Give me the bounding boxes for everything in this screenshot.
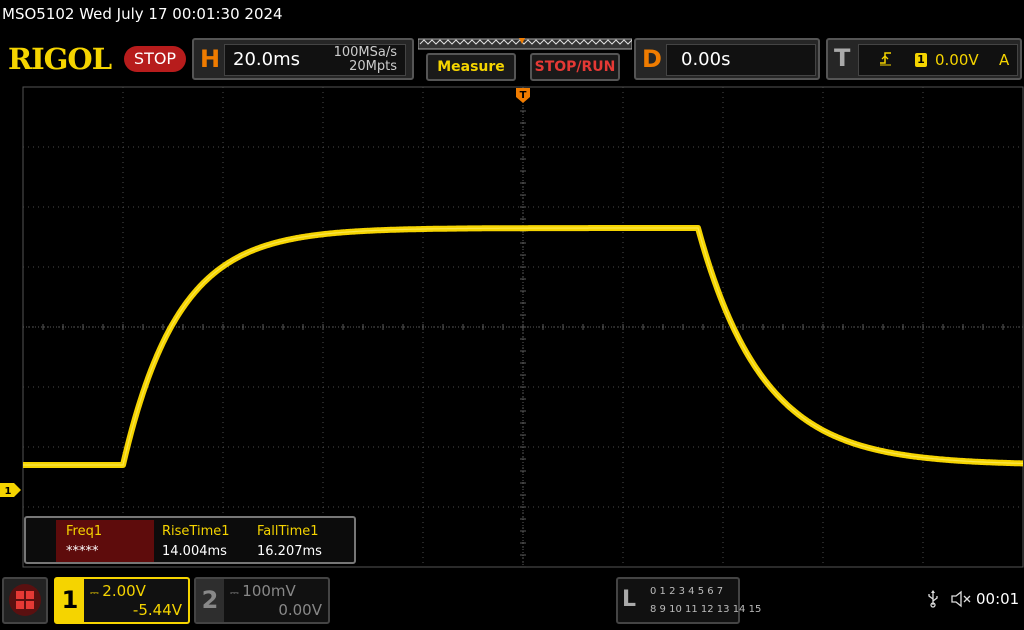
rigol-logo: RIGOL [8,42,112,76]
horizontal-label: H [200,45,221,73]
horizontal-panel[interactable]: H 20.0ms 100MSa/s 20Mpts [192,38,414,80]
measurement-value-freq: ***** [66,544,99,559]
measurement-value-risetime: 14.004ms [162,544,227,559]
speaker-muted-icon[interactable] [950,590,972,612]
measure-button[interactable]: Measure [426,53,516,81]
sample-info: 100MSa/s 20Mpts [325,46,397,74]
horizontal-settings-box[interactable]: 20.0ms 100MSa/s 20Mpts [224,44,406,76]
status-clock: 00:01 [976,590,1020,608]
logic-channels-row-1: 0 1 2 3 4 5 6 7 [650,586,724,597]
memory-position-bar[interactable] [418,38,632,50]
channel-2-scale: ⎓ 100mV [230,582,296,600]
acquisition-status-badge[interactable]: STOP [124,46,186,72]
channel-1-number: 1 [56,579,84,622]
waveform-display[interactable]: T [0,84,1024,568]
trigger-mode: A [999,51,1010,69]
dc-coupling-icon: ⎓ [90,586,103,599]
logic-channels-row-2: 8 9 10 11 12 13 14 15 [650,604,762,615]
channel-2-panel[interactable]: 2 ⎓ 100mV 0.00V [194,577,330,624]
delay-value: 0.00s [681,49,731,70]
sample-rate: 100MSa/s [333,45,397,60]
measurement-label-freq: Freq1 [66,524,103,539]
measurement-label-risetime: RiseTime1 [162,524,230,539]
trigger-position-marker: T [516,88,530,103]
measurement-label-falltime: FallTime1 [257,524,319,539]
rising-edge-icon [879,50,893,70]
memory-depth: 20Mpts [349,59,397,74]
trigger-level: 0.00V [935,51,979,69]
trigger-label: T [834,44,851,72]
usb-icon [926,590,940,612]
menu-grid-icon [9,584,41,616]
main-menu-button[interactable] [2,577,48,624]
dc-coupling-icon: ⎓ [230,586,243,599]
channel-1-scale: ⎓ 2.00V [90,582,146,600]
delay-settings-box[interactable]: 0.00s [666,44,816,76]
channel-1-offset: -5.44V [132,601,182,619]
measurement-value-falltime: 16.207ms [257,544,322,559]
trigger-panel[interactable]: T 1 0.00V A [826,38,1022,80]
trigger-settings-box[interactable]: 1 0.00V A [858,44,1018,76]
logic-analyzer-panel[interactable]: L 0 1 2 3 4 5 6 7 8 9 10 11 12 13 14 15 [616,577,761,624]
channel-2-offset: 0.00V [278,601,322,619]
delay-panel[interactable]: D 0.00s [634,38,820,80]
svg-text:1: 1 [5,486,12,497]
channel-2-number: 2 [196,579,224,622]
delay-label: D [642,45,662,73]
logic-label: L [622,587,637,612]
measurement-results-panel[interactable]: Freq1 ***** RiseTime1 14.004ms FallTime1… [24,516,356,564]
stop-run-button[interactable]: STOP/RUN [530,53,620,81]
window-title: MSO5102 Wed July 17 00:01:30 2024 [2,5,283,23]
trigger-source-badge: 1 [915,53,927,67]
channel-1-ground-marker[interactable]: 1 [0,483,22,497]
channel-1-panel[interactable]: 1 ⎓ 2.00V -5.44V [54,577,190,624]
timebase-value: 20.0ms [233,49,300,70]
trigger-marker-label: T [520,90,527,101]
